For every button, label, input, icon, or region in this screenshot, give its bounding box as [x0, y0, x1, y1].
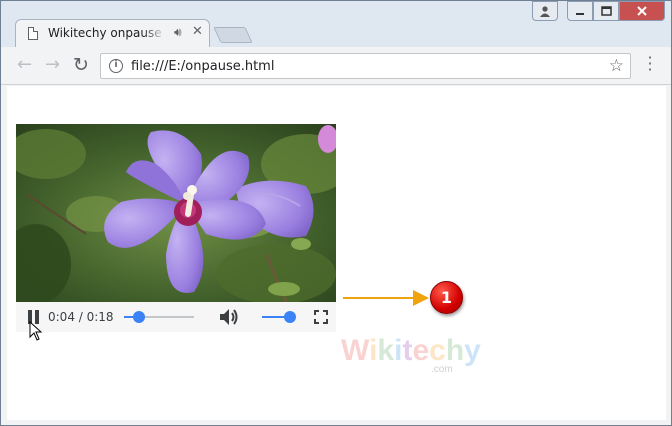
volume-slider[interactable] [262, 311, 296, 323]
page-content: 0:04 / 0:18 1 Wikitechy .com [7, 86, 666, 420]
fullscreen-icon[interactable] [314, 310, 328, 324]
close-window-button[interactable] [619, 1, 665, 21]
tab-title: Wikitechy onpause attribute [48, 26, 166, 40]
reload-icon[interactable]: ↻ [73, 55, 89, 75]
profile-icon[interactable] [532, 1, 558, 21]
new-tab-button[interactable] [213, 27, 253, 43]
browser-window: Wikitechy onpause attribute 🔊︎ ✕ ← → ↻ i… [0, 0, 672, 426]
forward-arrow-icon[interactable]: → [45, 55, 60, 75]
volume-handle[interactable] [284, 311, 296, 323]
watermark-text: Wikitechy [341, 334, 481, 367]
video-frame-image [16, 124, 336, 302]
annotation-arrow [343, 290, 429, 306]
page-icon [28, 27, 38, 40]
watermark-domain: .com [431, 364, 453, 375]
info-icon[interactable]: i [109, 59, 123, 73]
volume-icon[interactable] [218, 307, 240, 327]
star-icon[interactable]: ☆ [609, 56, 624, 76]
seek-slider[interactable] [124, 311, 194, 323]
time-display: 0:04 / 0:18 [48, 310, 114, 324]
tab-close-icon[interactable]: ✕ [192, 24, 203, 39]
maximize-button[interactable] [593, 1, 619, 21]
callout-badge: 1 [430, 281, 463, 314]
url-text[interactable]: file:///E:/onpause.html [131, 59, 274, 74]
video-player[interactable] [16, 124, 336, 302]
video-controls: 0:04 / 0:18 [16, 302, 336, 332]
title-bar: Wikitechy onpause attribute 🔊︎ ✕ [1, 1, 671, 47]
speaker-icon[interactable]: 🔊︎ [174, 25, 182, 40]
minimize-button[interactable] [567, 1, 593, 21]
seek-handle[interactable] [133, 311, 146, 323]
browser-toolbar: ← → ↻ i file:///E:/onpause.html ☆ · · · [1, 47, 671, 85]
back-arrow-icon[interactable]: ← [17, 55, 32, 75]
mouse-cursor-icon [29, 321, 43, 341]
browser-tab[interactable]: Wikitechy onpause attribute 🔊︎ ✕ [15, 19, 210, 47]
address-bar[interactable]: i file:///E:/onpause.html ☆ [100, 53, 631, 79]
menu-dots-icon[interactable]: · · · [647, 50, 653, 78]
